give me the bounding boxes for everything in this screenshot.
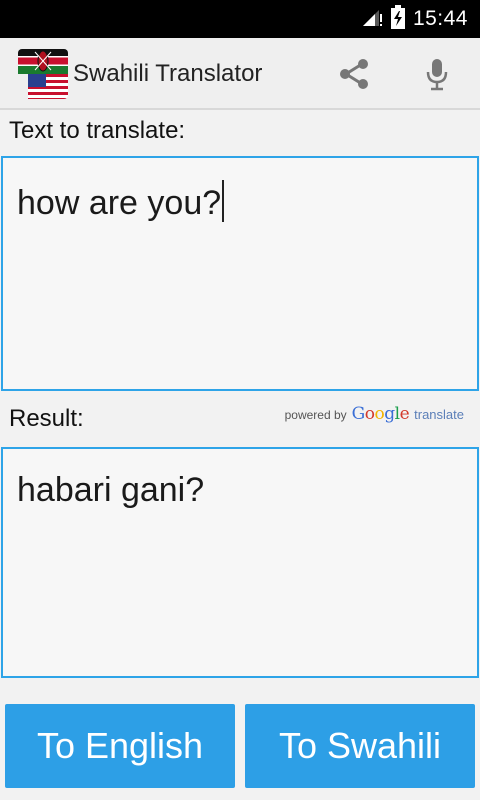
text-cursor bbox=[222, 180, 225, 222]
microphone-icon bbox=[426, 59, 448, 91]
app-title: Swahili Translator bbox=[73, 60, 263, 87]
app-icon bbox=[18, 49, 68, 99]
powered-by-text: powered by bbox=[284, 408, 347, 422]
to-english-button[interactable]: To English bbox=[5, 704, 235, 788]
input-label: Text to translate: bbox=[9, 117, 186, 144]
share-button[interactable] bbox=[330, 50, 378, 98]
powered-by-google-translate: powered by Google translate bbox=[285, 404, 464, 424]
translate-text: translate bbox=[414, 407, 464, 422]
input-text: how are you? bbox=[17, 184, 222, 222]
action-bar: Swahili Translator bbox=[0, 38, 480, 110]
result-text: habari gani? bbox=[17, 471, 205, 509]
to-swahili-button[interactable]: To Swahili bbox=[245, 704, 475, 788]
us-flag-icon bbox=[28, 74, 68, 99]
result-text-field[interactable]: habari gani? bbox=[1, 447, 479, 678]
result-label: Result: bbox=[9, 405, 84, 432]
voice-input-button[interactable] bbox=[413, 50, 461, 98]
status-time: 15:44 bbox=[412, 7, 468, 30]
google-logo: Google bbox=[351, 404, 410, 424]
status-icons: 15:44 bbox=[361, 0, 468, 38]
signal-icon bbox=[361, 6, 383, 33]
battery-charging-icon bbox=[390, 4, 405, 34]
share-icon bbox=[340, 59, 368, 89]
status-bar: 15:44 bbox=[0, 0, 480, 38]
input-text-field[interactable]: how are you? bbox=[1, 156, 479, 391]
